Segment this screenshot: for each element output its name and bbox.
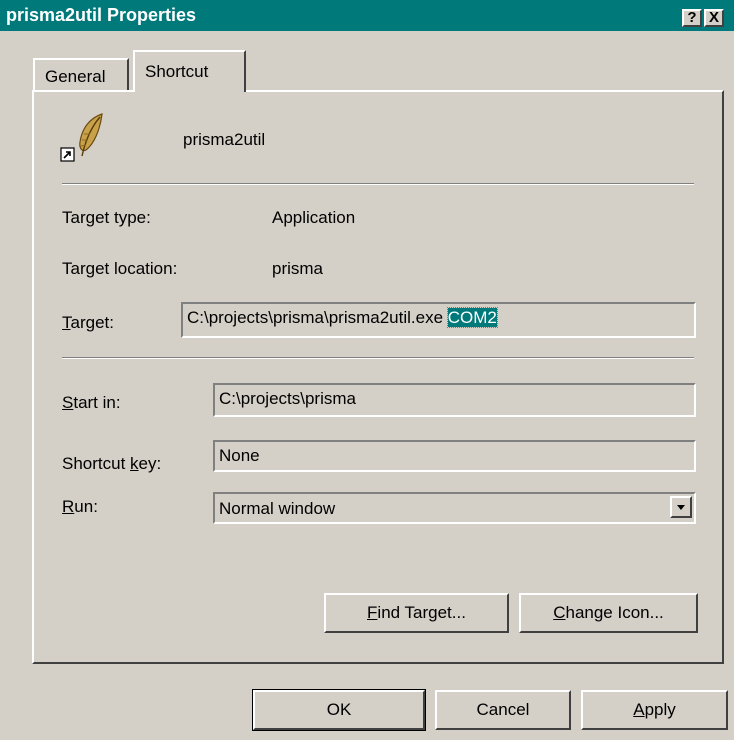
shortcut-key-input[interactable]: None: [213, 440, 696, 472]
tab-general[interactable]: General: [33, 58, 129, 90]
target-selected-text: COM2: [446, 307, 498, 328]
ok-label: OK: [326, 700, 352, 719]
target-input[interactable]: C:\projects\prisma\prisma2util.exe COM2: [181, 302, 696, 338]
tab-general-label: General: [45, 67, 106, 86]
tab-shortcut-label: Shortcut: [145, 62, 209, 81]
target-type-value: Application: [272, 208, 356, 227]
ok-button[interactable]: OK: [252, 689, 426, 731]
run-label: Run:: [62, 497, 98, 516]
shortcut-name: prisma2util: [183, 130, 266, 149]
window-title: prisma2util Properties: [6, 5, 197, 25]
start-in-input[interactable]: C:\projects\prisma: [213, 383, 696, 417]
title-bar[interactable]: prisma2util Properties ? X: [0, 0, 734, 31]
run-value: Normal window: [219, 499, 336, 518]
apply-button[interactable]: Apply: [581, 690, 728, 730]
target-type-label: Target type:: [62, 208, 151, 227]
chevron-down-icon[interactable]: [670, 496, 692, 518]
shortcut-panel: [32, 90, 724, 664]
close-icon: X: [708, 9, 719, 26]
cancel-button[interactable]: Cancel: [435, 690, 571, 730]
help-button[interactable]: ?: [682, 9, 702, 27]
divider: [62, 357, 694, 359]
start-in-label: Start in:: [62, 393, 121, 412]
target-location-value: prisma: [272, 259, 324, 278]
target-path: C:\projects\prisma\prisma2util.exe: [187, 308, 448, 327]
shortcut-key-label: Shortcut key:: [62, 454, 162, 473]
start-in-value: C:\projects\prisma: [219, 389, 356, 408]
change-icon-button[interactable]: Change Icon...: [519, 593, 698, 633]
help-icon: ?: [687, 9, 697, 26]
shortcut-key-value: None: [219, 446, 260, 465]
divider: [62, 183, 694, 185]
target-label: Target:: [62, 313, 114, 332]
feather-icon: [60, 112, 106, 162]
tab-shortcut[interactable]: Shortcut: [133, 50, 246, 92]
run-select[interactable]: Normal window: [213, 492, 696, 524]
target-location-label: Target location:: [62, 259, 178, 278]
cancel-label: Cancel: [476, 700, 530, 719]
close-button[interactable]: X: [704, 9, 724, 27]
find-target-button[interactable]: Find Target...: [324, 593, 509, 633]
